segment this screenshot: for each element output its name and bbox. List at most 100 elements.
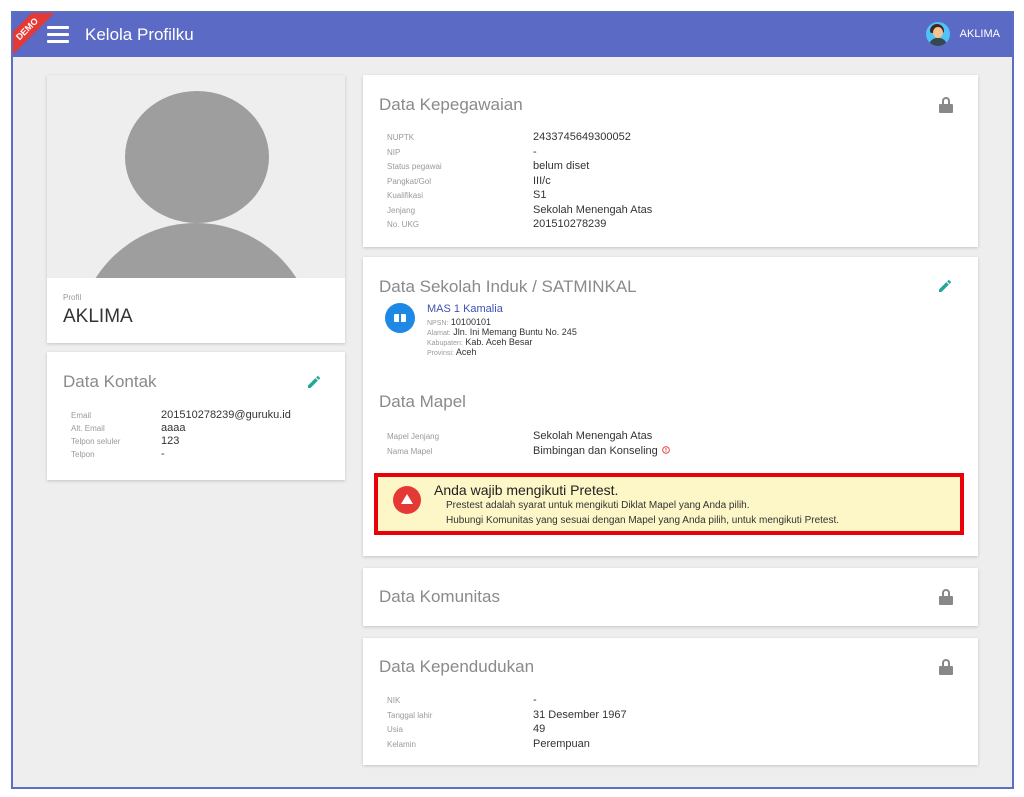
- subject-value: Sekolah Menengah Atas: [533, 430, 653, 442]
- employment-key: No. UKG: [387, 220, 420, 229]
- profile-photo-placeholder: [47, 75, 345, 278]
- contact-value: 123: [161, 435, 180, 447]
- school-npsn: NPSN: 10100101: [427, 317, 491, 327]
- residency-row: Usia 49: [387, 723, 627, 738]
- employment-card-title: Data Kepegawaian: [379, 95, 523, 114]
- residency-card-title: Data Kependudukan: [379, 657, 535, 676]
- contact-key: Telpon seluler: [71, 437, 121, 446]
- school-address-label: Alamat:: [427, 330, 451, 337]
- info-circle-icon: [661, 446, 670, 454]
- contact-row-mobile: Telpon seluler 123: [71, 435, 291, 448]
- lock-icon: [939, 659, 953, 675]
- employment-key: Kualifikasi: [387, 191, 424, 200]
- user-menu[interactable]: AKLIMA: [925, 22, 1000, 46]
- contact-card: Data Kontak Email 201510278239@guruku.id…: [47, 352, 345, 480]
- school-district-label: Kabupaten:: [427, 340, 463, 347]
- school-province-value: Aceh: [455, 347, 477, 357]
- residency-row: Kelamin Perempuan: [387, 738, 627, 753]
- profile-card: Profil AKLIMA: [47, 75, 345, 343]
- contact-row-phone: Telpon -: [71, 448, 291, 461]
- employment-key: NUPTK: [387, 133, 415, 142]
- employment-value: Sekolah Menengah Atas: [533, 203, 653, 216]
- residency-value: Perempuan: [533, 737, 590, 750]
- employment-row: No. UKG 201510278239: [387, 218, 652, 233]
- alert-title: Anda wajib mengikuti Pretest.: [434, 482, 619, 498]
- pencil-icon[interactable]: [937, 278, 953, 294]
- page-title: Kelola Profilku: [85, 25, 194, 44]
- contact-value: -: [161, 448, 165, 460]
- alert-line-2: Hubungi Komunitas yang sesuai dengan Map…: [446, 515, 840, 526]
- school-npsn-value: 10100101: [450, 317, 491, 327]
- app-frame: DEMO Kelola Profilku AKLIMA Profil AKLIM…: [11, 11, 1014, 789]
- residency-value: 49: [533, 723, 546, 735]
- contact-value: aaaa: [161, 422, 186, 434]
- contact-key: Email: [71, 411, 92, 420]
- contact-row-email: Email 201510278239@guruku.id: [71, 409, 291, 422]
- residency-value: 31 Desember 1967: [533, 708, 627, 721]
- employment-value: S1: [533, 189, 547, 201]
- warning-triangle-icon: [393, 486, 421, 514]
- residency-key: Usia: [387, 725, 404, 734]
- residency-value: -: [533, 694, 537, 706]
- employment-details: NUPTK 2433745649300052 NIP - Status pega…: [387, 131, 652, 233]
- school-npsn-label: NPSN:: [427, 320, 449, 327]
- user-avatar-icon: [925, 22, 950, 46]
- subject-key: Mapel Jenjang: [387, 432, 440, 441]
- app-bar: DEMO Kelola Profilku AKLIMA: [13, 13, 1012, 61]
- profile-name: AKLIMA: [63, 306, 133, 327]
- residency-details: NIK - Tanggal lahir 31 Desember 1967 Usi…: [387, 694, 627, 752]
- contact-details: Email 201510278239@guruku.id Alt. Email …: [71, 409, 291, 461]
- school-book-icon[interactable]: [385, 303, 415, 333]
- pretest-warning-alert: Anda wajib mengikuti Pretest. Prestest a…: [374, 473, 964, 535]
- contact-row-alt-email: Alt. Email aaaa: [71, 422, 291, 435]
- school-card: Data Sekolah Induk / SATMINKAL MAS 1 Kam…: [363, 257, 978, 556]
- employment-row: Jenjang Sekolah Menengah Atas: [387, 204, 652, 219]
- lock-icon: [939, 589, 953, 605]
- employment-value: 201510278239: [533, 218, 607, 230]
- school-province-label: Provinsi:: [427, 350, 454, 357]
- hamburger-menu-icon[interactable]: [47, 26, 69, 44]
- subject-key: Nama Mapel: [387, 447, 433, 456]
- school-card-title: Data Sekolah Induk / SATMINKAL: [379, 277, 637, 296]
- employment-value: 2433745649300052: [533, 131, 631, 143]
- employment-key: Pangkat/Gol: [387, 176, 432, 186]
- school-district: Kabupaten: Kab. Aceh Besar: [427, 337, 532, 347]
- user-name: AKLIMA: [959, 28, 1000, 40]
- employment-key: NIP: [387, 147, 401, 157]
- employment-row: Kualifikasi S1: [387, 189, 652, 204]
- residency-row: Tanggal lahir 31 Desember 1967: [387, 709, 627, 724]
- community-card-title: Data Komunitas: [379, 587, 500, 606]
- employment-value: III/c: [533, 174, 551, 187]
- residency-card: Data Kependudukan NIK - Tanggal lahir 31…: [363, 638, 978, 765]
- employment-value: belum diset: [533, 160, 590, 172]
- pencil-icon[interactable]: [306, 374, 322, 390]
- residency-key: Kelamin: [387, 739, 416, 749]
- employment-row: NIP -: [387, 146, 652, 161]
- contact-value: 201510278239@guruku.id: [161, 409, 291, 421]
- employment-value: -: [533, 145, 537, 158]
- employment-row: Pangkat/Gol III/c: [387, 175, 652, 190]
- school-name-link[interactable]: MAS 1 Kamalia: [427, 303, 503, 315]
- employment-key: Status pegawai: [387, 162, 442, 171]
- school-address-value: Jln. Ini Memang Buntu No. 245: [453, 327, 577, 337]
- lock-icon: [939, 97, 953, 113]
- residency-key: NIK: [387, 696, 401, 705]
- subject-row: Nama Mapel Bimbingan dan Konseling: [387, 445, 670, 460]
- contact-key: Alt. Email: [71, 424, 105, 433]
- school-province: Provinsi: Aceh: [427, 347, 476, 357]
- employment-card: Data Kepegawaian NUPTK 2433745649300052 …: [363, 75, 978, 247]
- alert-line-1: Prestest adalah syarat untuk mengikuti D…: [446, 500, 750, 511]
- residency-key: Tanggal lahir: [387, 710, 433, 720]
- school-district-value: Kab. Aceh Besar: [465, 337, 533, 347]
- school-address: Alamat: Jln. Ini Memang Buntu No. 245: [427, 327, 577, 337]
- employment-row: NUPTK 2433745649300052: [387, 131, 652, 146]
- profile-label: Profil: [63, 293, 82, 302]
- employment-key: Jenjang: [387, 205, 416, 215]
- community-card: Data Komunitas: [363, 568, 978, 626]
- subject-section-title: Data Mapel: [379, 392, 466, 411]
- employment-row: Status pegawai belum diset: [387, 160, 652, 175]
- subject-details: Mapel Jenjang Sekolah Menengah Atas Nama…: [387, 430, 670, 460]
- residency-row: NIK -: [387, 694, 627, 709]
- contact-key: Telpon: [71, 450, 95, 459]
- subject-value: Bimbingan dan Konseling: [533, 445, 658, 457]
